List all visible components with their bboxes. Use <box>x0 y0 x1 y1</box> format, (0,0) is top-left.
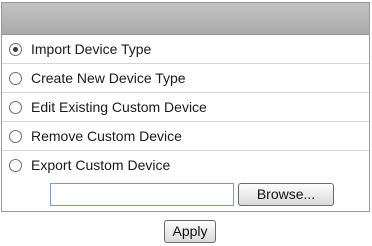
option-label: Import Device Type <box>31 41 152 57</box>
option-label: Create New Device Type <box>31 70 186 86</box>
file-select-row: Browse... <box>2 179 369 211</box>
radio-selected-dot-icon <box>13 47 18 52</box>
device-type-dialog: Import Device Type Create New Device Typ… <box>0 0 372 246</box>
option-export-custom-device[interactable]: Export Custom Device <box>2 151 369 180</box>
radio-create-new-device-type[interactable] <box>9 72 22 85</box>
option-label: Export Custom Device <box>31 157 171 173</box>
browse-button[interactable]: Browse... <box>238 183 334 206</box>
radio-import-device-type[interactable] <box>9 43 22 56</box>
option-create-new-device-type[interactable]: Create New Device Type <box>2 64 369 93</box>
file-path-input[interactable] <box>50 183 234 206</box>
panel-header <box>2 3 369 35</box>
radio-export-custom-device[interactable] <box>9 159 22 172</box>
radio-edit-existing-custom-device[interactable] <box>9 101 22 114</box>
option-label: Edit Existing Custom Device <box>31 99 207 115</box>
option-label: Remove Custom Device <box>31 128 182 144</box>
option-remove-custom-device[interactable]: Remove Custom Device <box>2 122 369 151</box>
option-edit-existing-custom-device[interactable]: Edit Existing Custom Device <box>2 93 369 122</box>
apply-button[interactable]: Apply <box>164 220 216 243</box>
device-type-panel: Import Device Type Create New Device Typ… <box>1 2 370 212</box>
radio-remove-custom-device[interactable] <box>9 130 22 143</box>
option-import-device-type[interactable]: Import Device Type <box>2 35 369 64</box>
